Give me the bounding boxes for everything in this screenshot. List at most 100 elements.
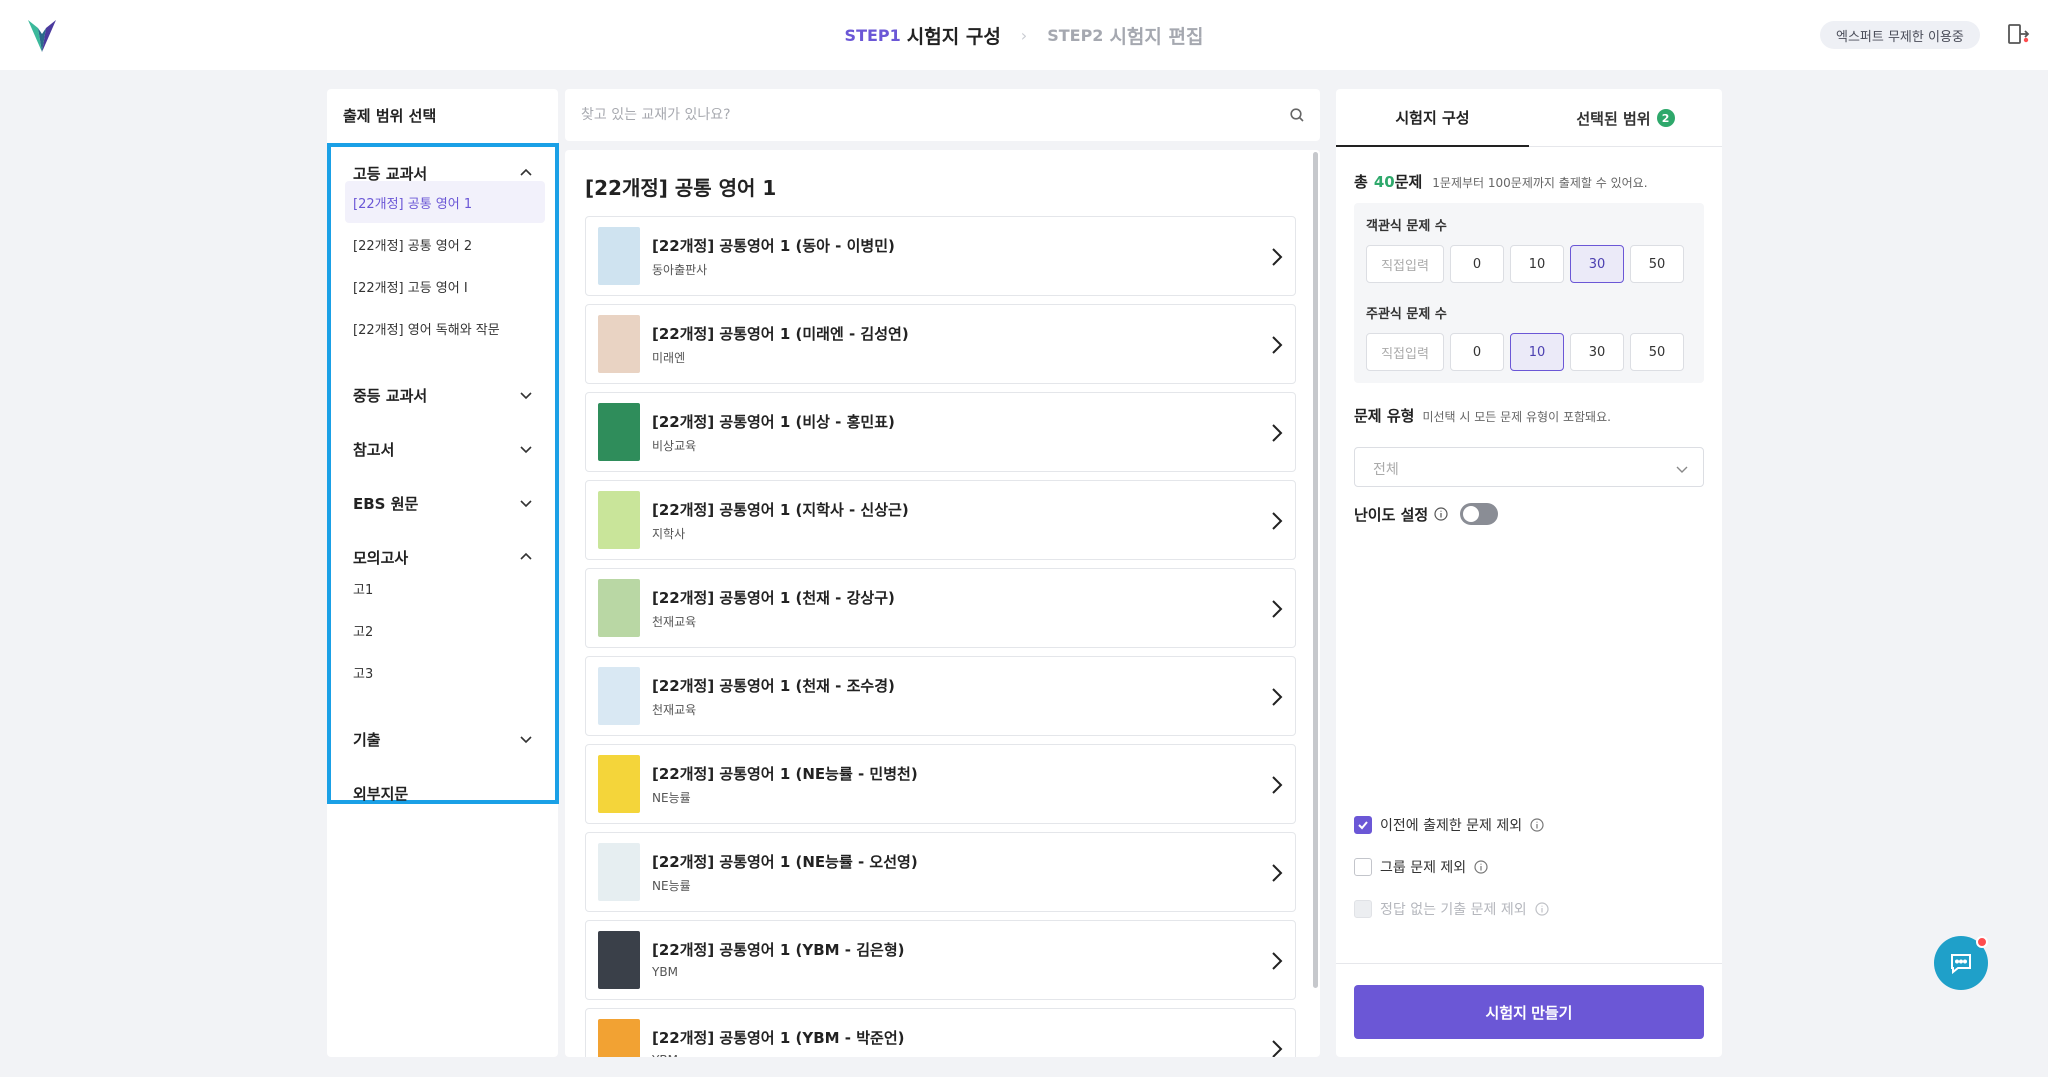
book-item[interactable]: [22개정] 공통영어 1 (NE능률 - 오선영) NE능률	[585, 832, 1296, 912]
top-bar: STEP1 시험지 구성 › STEP2 시험지 편집 엑스퍼트 무제한 이용중	[0, 0, 2048, 70]
list-scrollbar[interactable]	[1313, 152, 1318, 988]
objective-label: 객관식 문제 수	[1366, 219, 1447, 234]
question-type-select[interactable]: 전체	[1354, 447, 1704, 487]
checkbox-checked-icon[interactable]	[1354, 816, 1372, 834]
chevron-right-icon	[1272, 688, 1283, 706]
book-title: [22개정] 공통영어 1 (천재 - 조수경)	[652, 677, 895, 695]
divider	[1336, 963, 1722, 964]
book-item[interactable]: [22개정] 공통영어 1 (미래엔 - 김성연) 미래엔	[585, 304, 1296, 384]
group-past-exam[interactable]: 기출	[353, 727, 533, 751]
book-title: [22개정] 공통영어 1 (지학사 - 신상근)	[652, 501, 909, 519]
info-icon	[1535, 902, 1549, 916]
plan-badge[interactable]: 엑스퍼트 무제한 이용중	[1820, 21, 1980, 49]
step2-title: 시험지 편집	[1109, 25, 1204, 48]
book-cover	[598, 755, 640, 813]
total-count-row: 총 40 문제 1문제부터 100문제까지 출제할 수 있어요.	[1354, 171, 1648, 192]
group-label: 모의고사	[353, 548, 409, 567]
book-cover	[598, 227, 640, 285]
search-input[interactable]	[581, 102, 1261, 128]
subjective-label: 주관식 문제 수	[1366, 307, 1447, 322]
subjective-option-button[interactable]: 10	[1510, 333, 1564, 371]
make-exam-button[interactable]: 시험지 만들기	[1354, 985, 1704, 1039]
book-publisher: 미래엔	[652, 351, 686, 365]
checkbox-unchecked-icon[interactable]	[1354, 858, 1372, 876]
objective-option-button[interactable]: 30	[1570, 245, 1624, 283]
book-publisher: NE능률	[652, 791, 691, 805]
book-item[interactable]: [22개정] 공통영어 1 (천재 - 조수경) 천재교육	[585, 656, 1296, 736]
difficulty-toggle[interactable]	[1460, 503, 1499, 525]
total-hint: 1문제부터 100문제까지 출제할 수 있어요.	[1432, 176, 1648, 190]
type-label: 문제 유형	[1354, 407, 1415, 425]
book-title: [22개정] 공통영어 1 (동아 - 이병민)	[652, 237, 895, 255]
selected-count-badge: 2	[1656, 109, 1675, 127]
book-publisher: 천재교육	[652, 615, 697, 629]
book-item[interactable]: [22개정] 공통영어 1 (NE능률 - 민병천) NE능률	[585, 744, 1296, 824]
chevron-up-icon	[520, 168, 532, 176]
book-cover	[598, 1019, 640, 1057]
chevron-right-icon	[1272, 248, 1283, 266]
notification-dot	[1976, 936, 1988, 948]
objective-option-button[interactable]: 50	[1630, 245, 1684, 283]
scope-tree: 고등 교과서 [22개정] 공통 영어 1 [22개정] 공통 영어 2 [22…	[327, 143, 559, 804]
group-reference[interactable]: 참고서	[353, 437, 533, 461]
book-cover	[598, 931, 640, 989]
subjective-option-button[interactable]: 30	[1570, 333, 1624, 371]
group-external[interactable]: 외부지문	[353, 781, 533, 805]
subjective-direct-input[interactable]: 직접입력	[1366, 333, 1444, 371]
book-item[interactable]: [22개정] 공통영어 1 (지학사 - 신상근) 지학사	[585, 480, 1296, 560]
type-hint: 미선택 시 모든 문제 유형이 포함돼요.	[1422, 410, 1611, 424]
checkbox-label: 정답 없는 기출 문제 제외	[1380, 902, 1527, 918]
scope-item-grade2[interactable]: 고2	[345, 609, 545, 651]
chevron-down-icon	[1676, 466, 1688, 473]
logout-icon[interactable]	[2006, 22, 2030, 46]
subjective-option-button[interactable]: 50	[1630, 333, 1684, 371]
objective-options: 직접입력 0 10 30 50	[1366, 245, 1684, 283]
chevron-down-icon	[520, 500, 532, 508]
book-item[interactable]: [22개정] 공통영어 1 (YBM - 박준언) YBM	[585, 1008, 1296, 1057]
exclude-previous-row[interactable]: 이전에 출제한 문제 제외	[1354, 815, 1544, 835]
tab-compose[interactable]: 시험지 구성	[1336, 89, 1529, 147]
objective-direct-input[interactable]: 직접입력	[1366, 245, 1444, 283]
textbook-list-panel: [22개정] 공통 영어 1 [22개정] 공통영어 1 (동아 - 이병민) 동…	[565, 150, 1320, 1057]
book-title: [22개정] 공통영어 1 (비상 - 홍민표)	[652, 413, 895, 431]
tab-label: 선택된 범위	[1576, 109, 1651, 128]
chevron-right-icon	[1272, 864, 1283, 882]
scope-item-grade1[interactable]: 고1	[345, 567, 545, 609]
scope-item-reading-writing[interactable]: [22개정] 영어 독해와 작문	[345, 307, 545, 349]
checkbox-disabled-icon	[1354, 900, 1372, 918]
question-type-row: 문제 유형 미선택 시 모든 문제 유형이 포함돼요.	[1354, 405, 1611, 426]
book-cover	[598, 667, 640, 725]
step2-label: STEP2	[1047, 25, 1104, 45]
group-ebs[interactable]: EBS 원문	[353, 491, 533, 515]
scope-item-grade3[interactable]: 고3	[345, 651, 545, 693]
search-icon[interactable]	[1289, 107, 1305, 123]
group-middle-textbook[interactable]: 중등 교과서	[353, 383, 533, 407]
chevron-down-icon	[520, 736, 532, 744]
info-icon[interactable]	[1474, 860, 1488, 874]
tab-selected-scope[interactable]: 선택된 범위 2	[1529, 89, 1722, 147]
objective-option-button[interactable]: 0	[1450, 245, 1504, 283]
objective-option-button[interactable]: 10	[1510, 245, 1564, 283]
info-icon[interactable]	[1530, 818, 1544, 832]
book-item[interactable]: [22개정] 공통영어 1 (비상 - 홍민표) 비상교육	[585, 392, 1296, 472]
subjective-option-button[interactable]: 0	[1450, 333, 1504, 371]
book-item[interactable]: [22개정] 공통영어 1 (YBM - 김은형) YBM	[585, 920, 1296, 1000]
chevron-right-icon	[1272, 952, 1283, 970]
total-suffix: 문제	[1394, 173, 1423, 191]
book-publisher: 동아출판사	[652, 263, 708, 277]
chat-icon	[1951, 954, 1971, 975]
scope-item-common-english-2[interactable]: [22개정] 공통 영어 2	[345, 223, 545, 265]
scope-item-common-english-1[interactable]: [22개정] 공통 영어 1	[345, 181, 545, 223]
group-mock-exam[interactable]: 모의고사	[353, 545, 533, 569]
book-title: [22개정] 공통영어 1 (YBM - 김은형)	[652, 941, 905, 959]
chevron-right-icon	[1272, 512, 1283, 530]
book-item[interactable]: [22개정] 공통영어 1 (천재 - 강상구) 천재교육	[585, 568, 1296, 648]
info-icon[interactable]	[1434, 507, 1448, 521]
scope-item-high-english-1[interactable]: [22개정] 고등 영어 I	[345, 265, 545, 307]
difficulty-row: 난이도 설정	[1354, 503, 1499, 525]
step-indicator: STEP1 시험지 구성 › STEP2 시험지 편집	[0, 0, 2048, 70]
chevron-right-icon	[1272, 776, 1283, 794]
chevron-down-icon	[520, 446, 532, 454]
exclude-group-row[interactable]: 그룹 문제 제외	[1354, 857, 1488, 877]
book-item[interactable]: [22개정] 공통영어 1 (동아 - 이병민) 동아출판사	[585, 216, 1296, 296]
